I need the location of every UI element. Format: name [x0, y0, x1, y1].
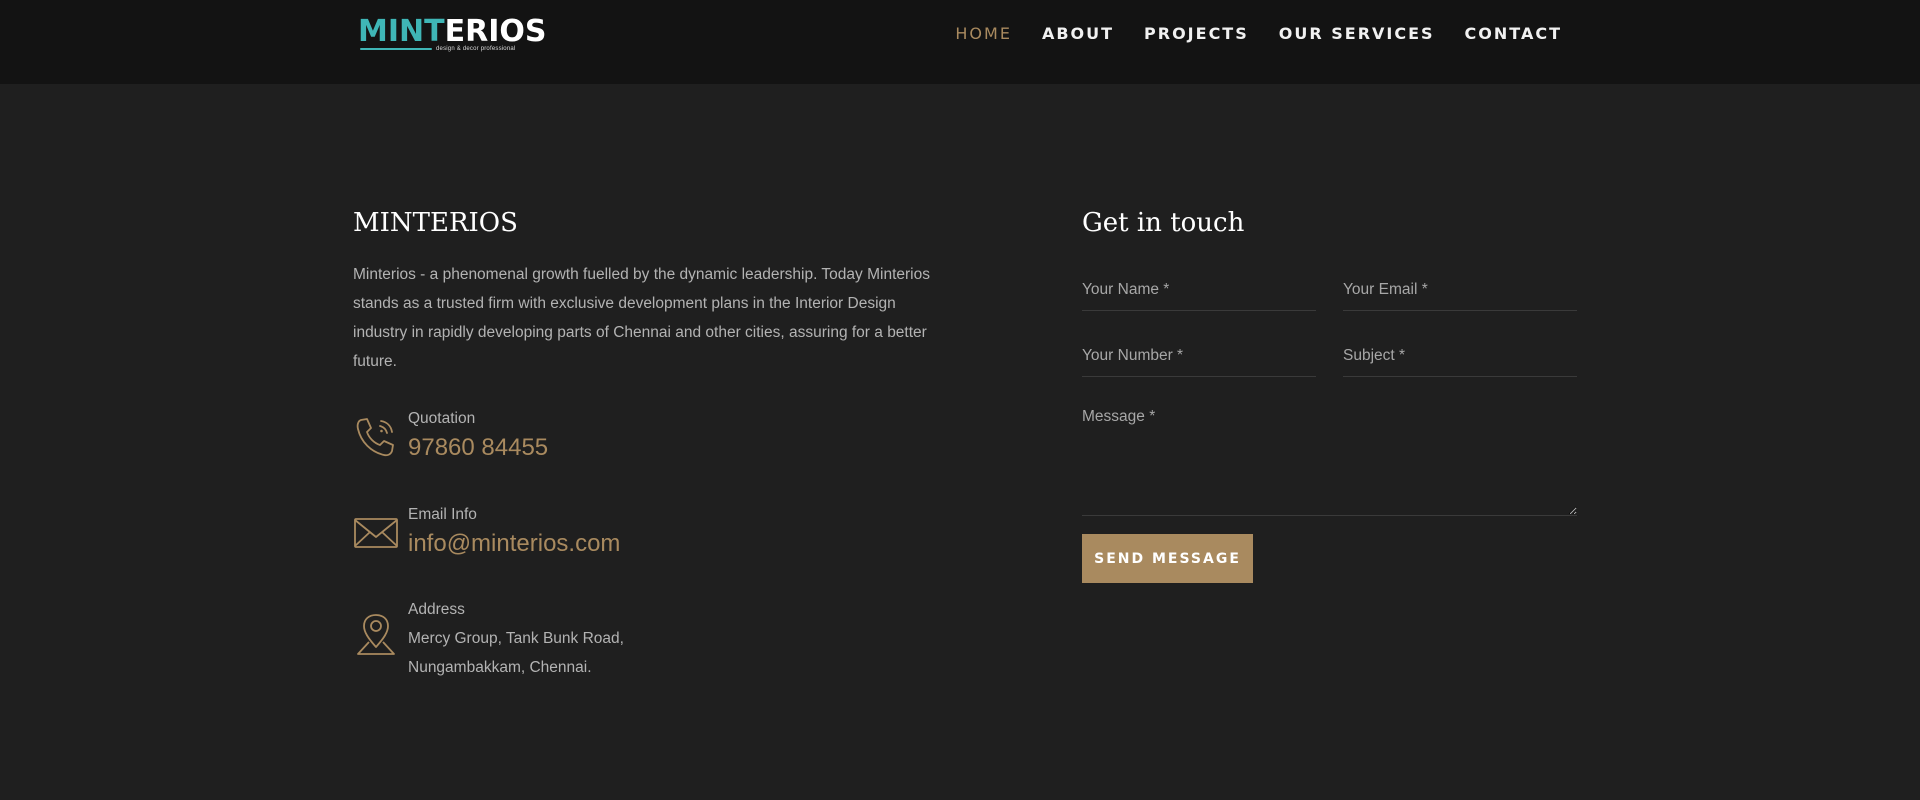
contact-address-line2: Nungambakkam, Chennai. — [408, 659, 592, 676]
number-input[interactable] — [1082, 335, 1316, 377]
message-textarea[interactable] — [1082, 398, 1577, 516]
contact-email-value[interactable]: info@minterios.com — [408, 528, 928, 560]
contact-email-label: Email Info — [408, 506, 477, 523]
send-message-button[interactable]: SEND MESSAGE — [1082, 534, 1253, 583]
contact-phone-value[interactable]: 97860 84455 — [408, 432, 928, 464]
envelope-icon — [353, 510, 399, 556]
logo-tagline: design & decor professional — [436, 46, 516, 52]
contact-phone-text: Quotation 97860 84455 — [408, 408, 928, 464]
contact-email-text: Email Info info@minterios.com — [408, 504, 928, 560]
site-header: MINTERIOS design & decor professional HO… — [0, 0, 1920, 84]
nav-projects[interactable]: PROJECTS — [1144, 24, 1249, 44]
logo[interactable]: MINTERIOS design & decor professional — [358, 12, 546, 56]
contact-address-label: Address — [408, 601, 465, 618]
about-section: MINTERIOS Minterios - a phenomenal growt… — [353, 200, 953, 676]
location-pin-icon — [353, 612, 399, 658]
contact-address-text: Address Mercy Group, Tank Bunk Road, Nun… — [408, 599, 928, 682]
contact-form-section: Get in touch SEND MESSAGE — [1082, 200, 1577, 583]
phone-icon — [353, 414, 399, 460]
about-title: MINTERIOS — [353, 208, 518, 238]
nav-contact[interactable]: CONTACT — [1465, 24, 1562, 44]
logo-wordmark: MINTERIOS — [358, 14, 546, 50]
about-text: Minterios - a phenomenal growth fuelled … — [353, 266, 930, 370]
nav-home[interactable]: HOME — [955, 24, 1012, 44]
nav-our-services[interactable]: OUR SERVICES — [1279, 24, 1435, 44]
email-input[interactable] — [1343, 269, 1577, 311]
logo-mint: MINT — [358, 14, 445, 49]
contact-phone-label: Quotation — [408, 410, 476, 427]
name-input[interactable] — [1082, 269, 1316, 311]
logo-swoosh — [360, 48, 432, 50]
form-title: Get in touch — [1082, 208, 1245, 238]
subject-input[interactable] — [1343, 335, 1577, 377]
nav-about[interactable]: ABOUT — [1042, 24, 1114, 44]
main-nav: HOME ABOUT PROJECTS OUR SERVICES CONTACT — [925, 24, 1562, 44]
contact-address-line1: Mercy Group, Tank Bunk Road, — [408, 630, 624, 647]
logo-erios: ERIOS — [444, 14, 547, 49]
